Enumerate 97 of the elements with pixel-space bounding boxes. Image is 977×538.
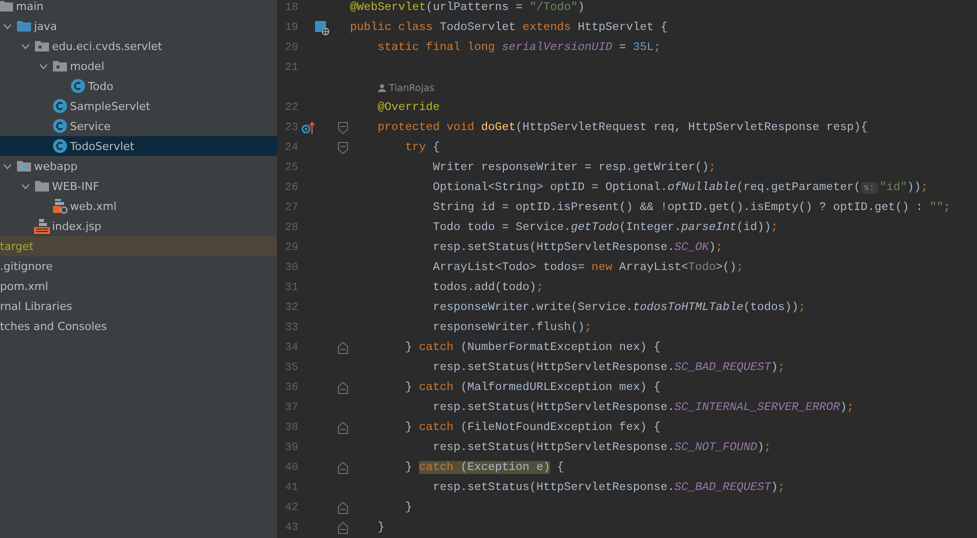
folder-icon bbox=[16, 158, 32, 174]
author-hint[interactable]: TianRojas bbox=[389, 82, 434, 94]
line-number: 21 bbox=[285, 62, 300, 74]
tree-item[interactable]: Todo bbox=[0, 76, 277, 96]
code-line: @Override bbox=[376, 100, 440, 116]
line-number: 19 bbox=[285, 22, 300, 34]
code-line: responseWriter.write(Service.todosToHTMLTable(todos)); bbox=[432, 300, 806, 316]
code-line: } catch (Exception e) { bbox=[404, 460, 564, 476]
line-number: 25 bbox=[285, 162, 300, 174]
code-line: public class TodoServlet extends HttpServlet { bbox=[350, 20, 668, 36]
line-number: 34 bbox=[285, 342, 300, 354]
folder-icon bbox=[0, 0, 14, 14]
person-icon bbox=[378, 84, 386, 92]
tree-item[interactable]: SampleServlet bbox=[0, 96, 277, 116]
tree-item[interactable]: WEB-INF bbox=[0, 176, 277, 196]
line-number: 30 bbox=[285, 262, 300, 274]
line-number: 20 bbox=[285, 42, 300, 54]
line-number: 32 bbox=[285, 302, 300, 314]
code-line: Todo todo = Service.getTodo(Integer.parseInt(id)); bbox=[432, 220, 778, 236]
jsp-file-icon bbox=[34, 218, 50, 234]
code-line: } catch (NumberFormatException nex) { bbox=[404, 340, 661, 356]
tree-item[interactable]: edu.eci.cvds.servlet bbox=[0, 36, 277, 56]
tree-item[interactable]: web.xml bbox=[0, 196, 277, 216]
code-line: todos.add(todo); bbox=[432, 280, 544, 296]
code-line: ArrayList<Todo> todos= new ArrayList<Todo>(); bbox=[432, 260, 744, 276]
package-icon bbox=[52, 58, 68, 74]
code-line: } catch (FileNotFoundException fex) { bbox=[404, 420, 661, 436]
class-icon bbox=[52, 118, 68, 134]
chevron-icon[interactable] bbox=[38, 62, 48, 70]
tree-item[interactable]: tches and Consoles bbox=[0, 316, 277, 336]
tree-item[interactable]: target bbox=[0, 236, 277, 256]
code-line: resp.setStatus(HttpServletResponse.SC_OK); bbox=[432, 240, 723, 256]
fold-icon[interactable] bbox=[338, 382, 348, 394]
line-number: 23 bbox=[285, 122, 300, 134]
line-number: 35 bbox=[285, 362, 300, 374]
line-number: 24 bbox=[285, 142, 300, 154]
line-number: 33 bbox=[285, 322, 300, 334]
fold-icon[interactable] bbox=[338, 422, 348, 434]
fold-icon[interactable] bbox=[338, 122, 348, 134]
line-number: 27 bbox=[285, 202, 300, 214]
tree-item[interactable]: TodoServlet bbox=[0, 136, 277, 156]
line-number: 39 bbox=[285, 442, 300, 454]
fold-icon[interactable] bbox=[338, 522, 348, 534]
package-icon bbox=[34, 38, 50, 54]
tree-item[interactable]: pom.xml bbox=[0, 276, 277, 296]
xml-file-icon bbox=[52, 198, 68, 214]
fold-icon[interactable] bbox=[338, 142, 348, 154]
line-number: 40 bbox=[285, 462, 300, 474]
code-line: @WebServlet(urlPatterns = "/Todo") bbox=[350, 0, 585, 16]
code-line: responseWriter.flush(); bbox=[432, 320, 592, 336]
chevron-icon[interactable] bbox=[20, 182, 30, 190]
tree-item[interactable]: webapp bbox=[0, 156, 277, 176]
code-line: String id = optID.isPresent() && !optID.get().isEmpty() ? optID.get() : ""; bbox=[432, 200, 950, 216]
line-number: 18 bbox=[285, 2, 300, 14]
folder-icon bbox=[34, 178, 50, 194]
line-number: 31 bbox=[285, 282, 300, 294]
code-line: } catch (MalformedURLException mex) { bbox=[404, 380, 661, 396]
tree-item[interactable]: rnal Libraries bbox=[0, 296, 277, 316]
fold-icon[interactable] bbox=[338, 462, 348, 474]
class-icon bbox=[52, 138, 68, 154]
code-line: resp.setStatus(HttpServletResponse.SC_BAD_REQUEST); bbox=[432, 360, 785, 376]
code-line: } bbox=[404, 500, 412, 516]
tree-item[interactable]: .gitignore bbox=[0, 256, 277, 276]
chevron-icon[interactable] bbox=[2, 22, 12, 30]
override-icon[interactable] bbox=[301, 121, 315, 135]
code-line: } bbox=[376, 520, 385, 536]
code-line: static final long serialVersionUID = 35L; bbox=[376, 40, 661, 56]
tree-item[interactable]: model bbox=[0, 56, 277, 76]
line-number: 36 bbox=[285, 382, 300, 394]
class-icon bbox=[70, 78, 86, 94]
code-line: resp.setStatus(HttpServletResponse.SC_INTERNAL_SERVER_ERROR); bbox=[432, 400, 854, 416]
line-number: 22 bbox=[285, 102, 300, 114]
line-number: 38 bbox=[285, 422, 300, 434]
code-line: try { bbox=[404, 140, 440, 156]
chevron-icon[interactable] bbox=[20, 42, 30, 50]
code-line: protected void doGet(HttpServletRequest req, HttpServletResponse resp){ bbox=[376, 120, 868, 136]
chevron-icon[interactable] bbox=[2, 162, 12, 170]
code-line: Writer responseWriter = resp.getWriter(); bbox=[432, 160, 716, 176]
line-number: 28 bbox=[285, 222, 300, 234]
line-number: 41 bbox=[285, 482, 300, 494]
line-number: 29 bbox=[285, 242, 300, 254]
code-line: resp.setStatus(HttpServletResponse.SC_BAD_REQUEST); bbox=[432, 480, 785, 496]
code-line: resp.setStatus(HttpServletResponse.SC_NOT_FOUND); bbox=[432, 440, 771, 456]
line-number: 26 bbox=[285, 182, 300, 194]
tree-item[interactable]: index.jsp bbox=[0, 216, 277, 236]
class-icon bbox=[52, 98, 68, 114]
folder-icon bbox=[16, 18, 32, 34]
fold-icon[interactable] bbox=[338, 502, 348, 514]
line-number: 43 bbox=[285, 522, 300, 534]
line-number: 42 bbox=[285, 502, 300, 514]
web-icon[interactable] bbox=[315, 20, 330, 36]
code-line: Optional<String> optID = Optional.ofNullable(req.getParameter( s: "id")); bbox=[432, 180, 928, 196]
tree-item[interactable]: Service bbox=[0, 116, 277, 136]
tree-item[interactable]: java bbox=[0, 16, 277, 36]
line-number: 37 bbox=[285, 402, 300, 414]
tree-item[interactable]: main bbox=[0, 0, 277, 16]
fold-icon[interactable] bbox=[338, 342, 348, 354]
